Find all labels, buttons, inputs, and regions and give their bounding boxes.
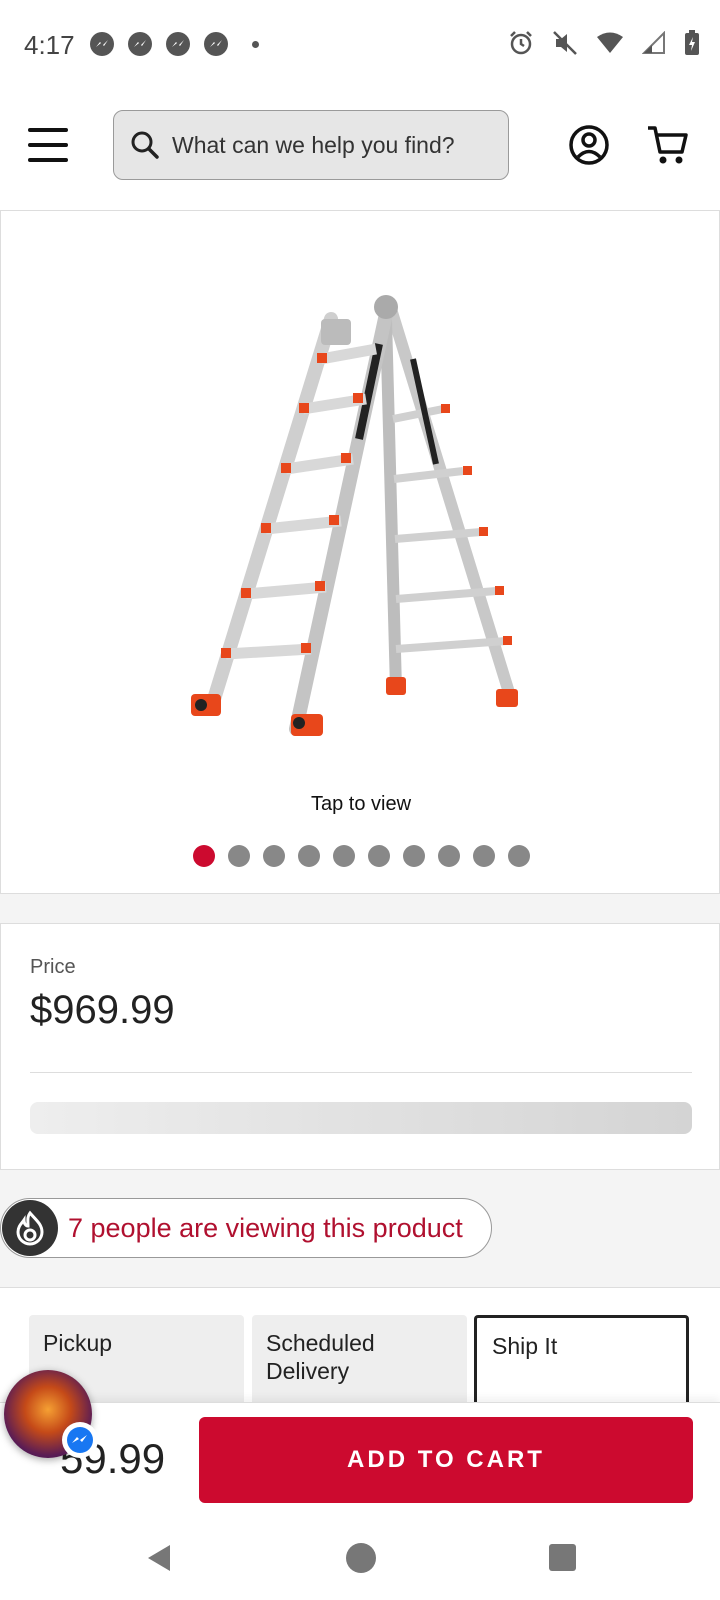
status-time: 4:17 [24,30,75,60]
divider [30,1072,692,1073]
fulfillment-options: Pickup Scheduled Delivery Ship It [0,1287,720,1415]
fulfillment-option-ship-it[interactable]: Ship It [474,1315,689,1415]
app-header [0,90,720,210]
gallery-dot[interactable] [402,845,425,867]
wifi-icon [597,32,623,53]
gallery-dot[interactable] [437,845,460,867]
messenger-chat-head[interactable] [4,1370,98,1458]
more-notifications-dot [252,40,259,48]
status-bar: 4:17 [0,0,720,90]
add-to-cart-button[interactable]: ADD TO CART [199,1417,693,1503]
signal-icon [642,31,665,54]
messenger-icon [166,32,190,56]
messenger-icon [204,32,228,56]
gallery-dot[interactable] [367,845,390,867]
gallery-dot[interactable] [262,845,285,867]
search-icon [131,131,159,159]
gallery-dot[interactable] [472,845,495,867]
system-icons [508,30,700,56]
account-icon[interactable] [568,124,610,166]
gallery-dot[interactable] [227,845,250,867]
menu-line [28,128,68,132]
system-navigation-bar [0,1517,720,1600]
menu-line [28,143,68,147]
hamburger-menu-button[interactable] [28,128,68,162]
price-label: Price [30,956,76,978]
product-image-ladder[interactable] [181,289,541,769]
mute-icon [553,31,577,55]
viewers-badge: 7 people are viewing this product [0,1198,492,1258]
notification-icons [90,32,259,56]
loading-placeholder-bar [30,1102,692,1134]
fulfillment-option-scheduled-delivery[interactable]: Scheduled Delivery [252,1315,467,1415]
messenger-icon [90,32,114,56]
alarm-icon [510,31,532,55]
gallery-pagination [1,845,720,867]
fire-icon [2,1200,58,1256]
price-value: $969.99 [30,988,175,1032]
gallery-dot-active[interactable] [192,845,215,867]
tap-to-view-label: Tap to view [310,793,412,815]
gallery-dot[interactable] [332,845,355,867]
gallery-dot[interactable] [297,845,320,867]
gallery-dot[interactable] [507,845,530,867]
cart-icon[interactable] [646,124,690,166]
messenger-icon [128,32,152,56]
home-icon[interactable] [346,1543,376,1573]
back-icon[interactable] [146,1543,172,1573]
price-section: Price $969.99 [0,923,720,1170]
viewers-text: 7 people are viewing this product [68,1212,463,1243]
product-image-gallery[interactable]: Tap to view [0,210,720,894]
sticky-add-to-cart-bar: 59.99 ADD TO CART [0,1402,720,1517]
battery-icon [685,30,699,55]
search-box[interactable] [113,110,509,180]
menu-line [28,158,68,162]
messenger-badge-icon [62,1422,98,1458]
search-input[interactable] [172,131,492,159]
recents-icon[interactable] [549,1544,576,1571]
